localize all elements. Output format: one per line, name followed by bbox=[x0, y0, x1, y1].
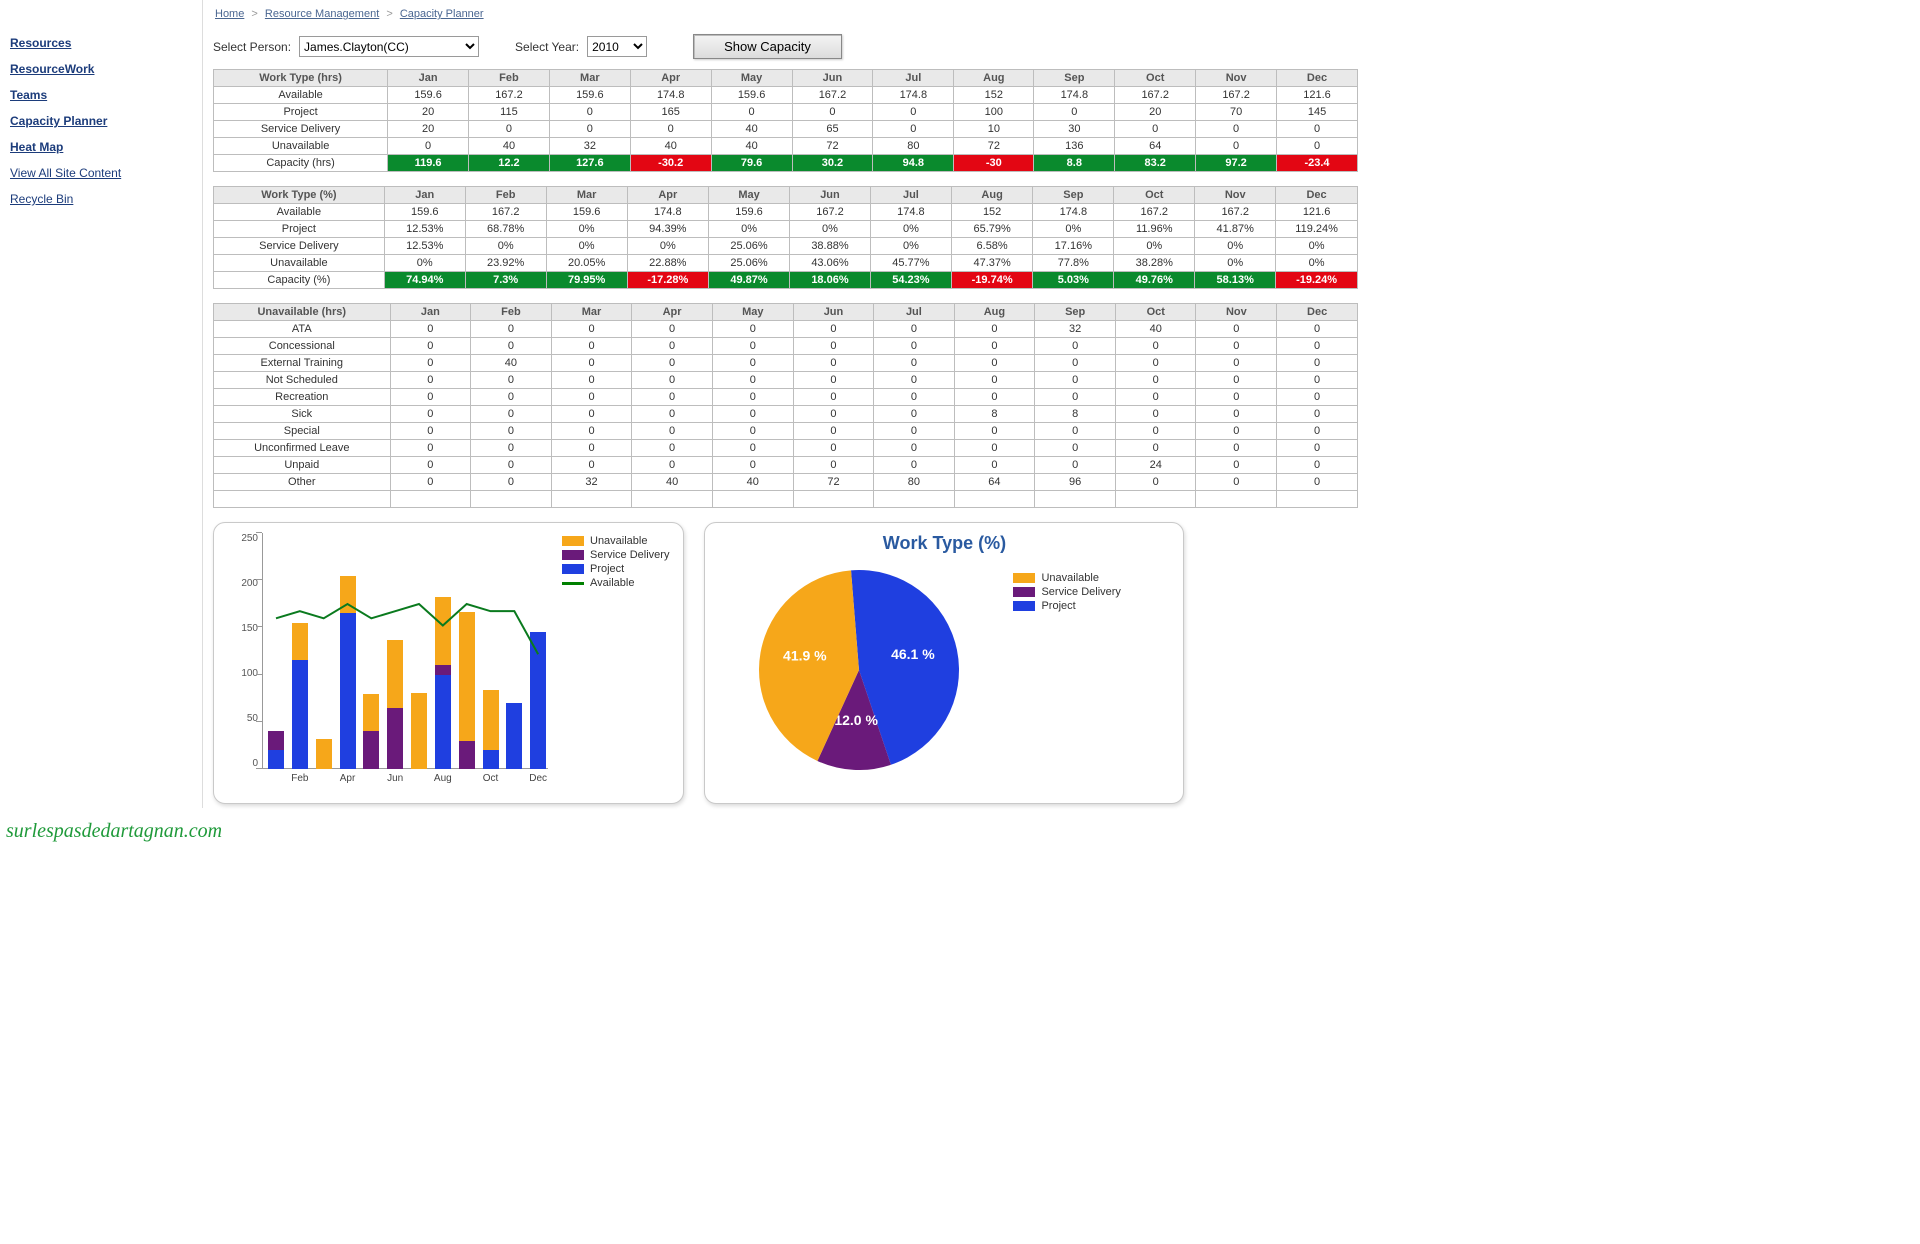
select-year[interactable]: 2010 bbox=[587, 36, 647, 57]
sidebar-item-4[interactable]: Heat Map bbox=[6, 134, 196, 160]
table: Work Type (%)JanFebMarAprMayJunJulAugSep… bbox=[213, 186, 1358, 289]
svg-text:41.9 %: 41.9 % bbox=[784, 647, 828, 663]
select-person-label: Select Person: bbox=[213, 40, 291, 54]
svg-text:12.0 %: 12.0 % bbox=[835, 712, 879, 728]
pie-title: Work Type (%) bbox=[719, 533, 1169, 554]
pie-chart-card: Work Type (%) 46.1 % 12.0 % 41.9 % Unavail… bbox=[704, 522, 1184, 804]
svg-text:46.1 %: 46.1 % bbox=[892, 646, 936, 662]
controls: Select Person: James.Clayton(CC) Select … bbox=[213, 34, 1910, 59]
sidebar: ResourcesResourceWorkTeamsCapacity Plann… bbox=[0, 0, 202, 808]
sidebar-item-1[interactable]: ResourceWork bbox=[6, 56, 196, 82]
breadcrumb-rm[interactable]: Resource Management bbox=[263, 8, 381, 20]
pie-chart: 46.1 % 12.0 % 41.9 % bbox=[719, 560, 999, 770]
bar-legend: Unavailable Service Delivery Project Ava… bbox=[562, 533, 669, 793]
table: Unavailable (hrs)JanFebMarAprMayJunJulAu… bbox=[213, 303, 1358, 508]
sidebar-item-3[interactable]: Capacity Planner bbox=[6, 108, 196, 134]
select-year-label: Select Year: bbox=[515, 40, 579, 54]
show-capacity-button[interactable]: Show Capacity bbox=[693, 34, 842, 59]
bar-chart: 250200150100500 FebAprJunAugOctDec bbox=[228, 533, 548, 793]
breadcrumb-cp[interactable]: Capacity Planner bbox=[398, 8, 486, 20]
main-area: Home > Resource Management > Capacity Pl… bbox=[202, 0, 1920, 808]
breadcrumb-home[interactable]: Home bbox=[213, 8, 246, 20]
sidebar-item-0[interactable]: Resources bbox=[6, 30, 196, 56]
watermark: surlespasdedartagnan.com bbox=[6, 820, 222, 843]
sidebar-item-5[interactable]: View All Site Content bbox=[6, 160, 196, 186]
select-person[interactable]: James.Clayton(CC) bbox=[299, 36, 479, 57]
sidebar-item-6[interactable]: Recycle Bin bbox=[6, 186, 196, 212]
sidebar-item-2[interactable]: Teams bbox=[6, 82, 196, 108]
pie-legend: Unavailable Service Delivery Project bbox=[1013, 570, 1120, 770]
breadcrumb: Home > Resource Management > Capacity Pl… bbox=[213, 8, 1910, 20]
bar-chart-card: 250200150100500 FebAprJunAugOctDec Unava… bbox=[213, 522, 684, 804]
table: Work Type (hrs)JanFebMarAprMayJunJulAugS… bbox=[213, 69, 1358, 172]
